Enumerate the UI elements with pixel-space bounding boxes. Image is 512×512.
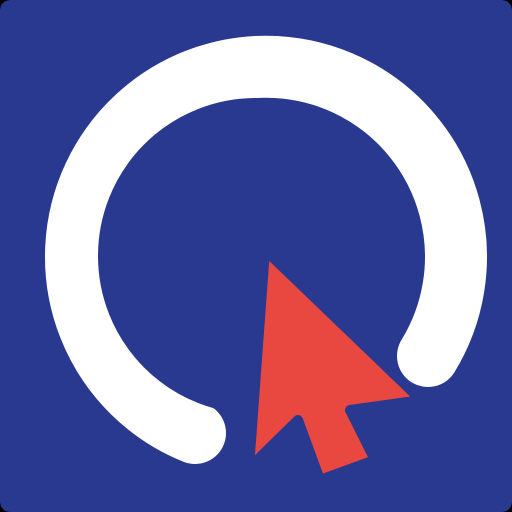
app-icon-graphic — [0, 0, 512, 512]
app-icon — [0, 0, 512, 512]
